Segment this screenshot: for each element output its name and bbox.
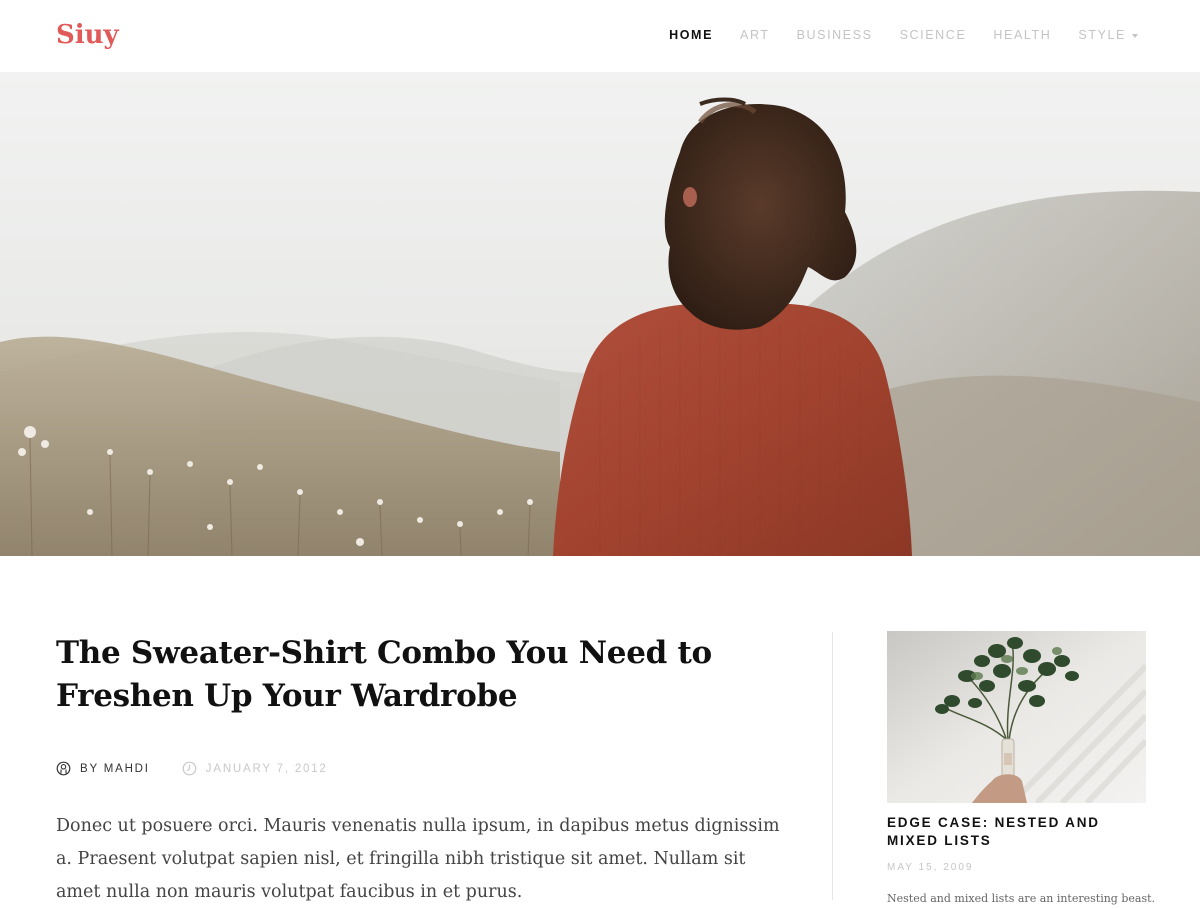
site-header: Siuy HOME ART BUSINESS SCIENCE HEALTH ST…: [0, 0, 1200, 72]
main-nav: HOME ART BUSINESS SCIENCE HEALTH STYLE: [669, 28, 1138, 42]
hero-photo: [0, 72, 1200, 556]
sidebar-post-thumbnail[interactable]: [887, 631, 1146, 803]
article: The Sweater-Shirt Combo You Need to Fres…: [56, 632, 786, 909]
author-name: BY MAHDI: [80, 762, 150, 775]
nav-item-style-label: STYLE: [1078, 28, 1126, 42]
sidebar-post-title[interactable]: EDGE CASE: NESTED AND MIXED LISTS: [887, 814, 1146, 850]
post-date: JANUARY 7, 2012: [205, 762, 328, 775]
site-logo[interactable]: Siuy: [56, 20, 119, 50]
content-divider: [832, 632, 833, 900]
nav-item-science[interactable]: SCIENCE: [900, 28, 967, 42]
nav-item-art[interactable]: ART: [740, 28, 770, 42]
nav-item-business[interactable]: BUSINESS: [797, 28, 873, 42]
article-title[interactable]: The Sweater-Shirt Combo You Need to Fres…: [56, 632, 786, 718]
sidebar-post-excerpt: Nested and mixed lists are an interestin…: [887, 892, 1156, 905]
nav-item-health[interactable]: HEALTH: [993, 28, 1051, 42]
plant-photo: [887, 631, 1146, 803]
article-excerpt: Donec ut posuere orci. Mauris venenatis …: [56, 816, 780, 902]
date-link[interactable]: JANUARY 7, 2012: [182, 761, 328, 776]
author-link[interactable]: BY MAHDI: [56, 761, 150, 776]
article-meta: BY MAHDI JANUARY 7, 2012: [56, 761, 786, 776]
chevron-down-icon: [1132, 33, 1138, 38]
clock-icon: [182, 761, 197, 776]
sidebar-post-date: MAY 15, 2009: [887, 862, 974, 873]
nav-item-style[interactable]: STYLE: [1078, 28, 1138, 42]
author-icon: [56, 761, 71, 776]
nav-item-home[interactable]: HOME: [669, 28, 713, 42]
hero-image: [0, 72, 1200, 556]
sidebar-post: EDGE CASE: NESTED AND MIXED LISTS MAY 15…: [887, 631, 1156, 905]
